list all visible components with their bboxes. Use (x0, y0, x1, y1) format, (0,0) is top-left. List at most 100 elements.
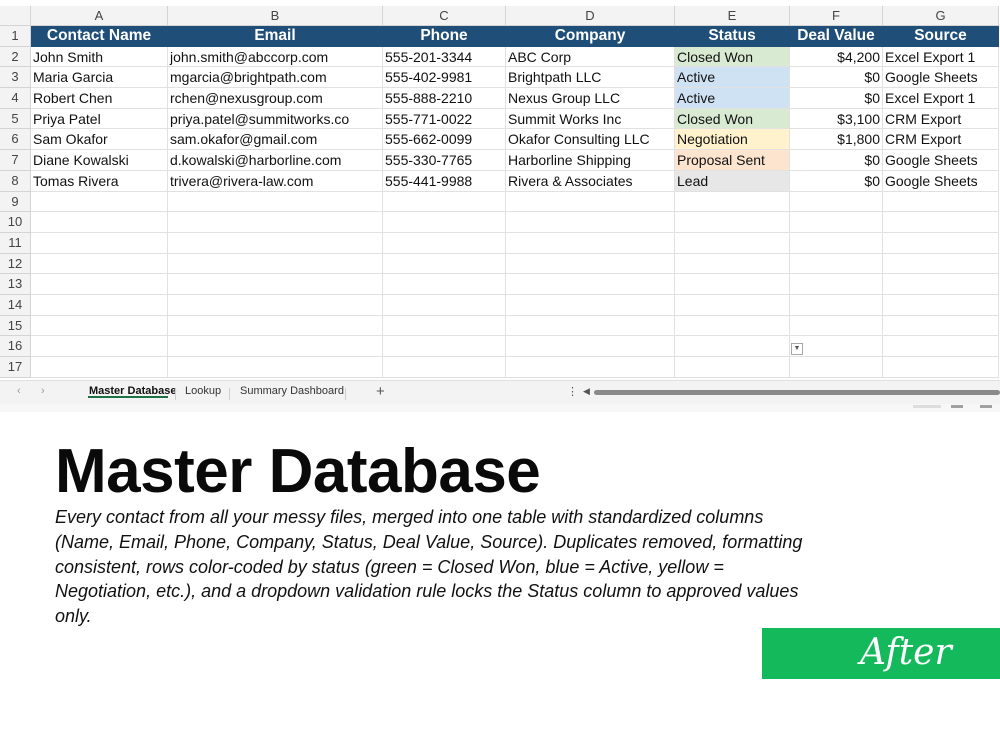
table-cell[interactable] (168, 336, 383, 357)
table-cell[interactable]: Google Sheets (883, 67, 999, 89)
header-cell[interactable]: Email (168, 26, 383, 47)
row-header-6[interactable]: 6 (0, 129, 31, 151)
row-header-4[interactable]: 4 (0, 88, 31, 109)
tab-summary-dashboard[interactable]: Summary Dashboard (240, 385, 344, 397)
table-cell[interactable]: 555-330-7765 (383, 150, 506, 171)
table-cell[interactable] (168, 274, 383, 295)
table-cell[interactable]: mgarcia@brightpath.com (168, 67, 383, 89)
table-cell[interactable]: ABC Corp (506, 46, 675, 68)
table-cell[interactable] (883, 357, 999, 378)
page-layout-icon[interactable] (951, 405, 963, 408)
table-cell[interactable]: rchen@nexusgroup.com (168, 88, 383, 109)
column-header-c[interactable]: C (383, 6, 506, 26)
table-cell[interactable] (790, 357, 883, 378)
table-cell[interactable] (790, 232, 883, 254)
row-header-15[interactable]: 15 (0, 315, 31, 337)
table-cell[interactable] (675, 274, 790, 295)
table-cell[interactable] (883, 232, 999, 254)
page-break-icon[interactable] (980, 405, 992, 408)
table-cell[interactable] (790, 191, 883, 213)
table-cell[interactable]: Negotiation (675, 129, 790, 151)
table-cell[interactable]: Harborline Shipping (506, 150, 675, 171)
table-cell[interactable] (883, 294, 999, 316)
table-cell[interactable] (675, 294, 790, 316)
table-cell[interactable]: $3,100 (790, 108, 883, 130)
table-cell[interactable]: $0 (790, 67, 883, 89)
table-cell[interactable]: Maria Garcia (31, 67, 168, 89)
table-cell[interactable] (506, 274, 675, 295)
table-cell[interactable] (31, 336, 168, 357)
row-header-1[interactable]: 1 (0, 26, 31, 47)
table-cell[interactable] (506, 336, 675, 357)
table-cell[interactable]: 555-201-3344 (383, 46, 506, 68)
table-cell[interactable]: Nexus Group LLC (506, 88, 675, 109)
table-cell[interactable]: Google Sheets (883, 150, 999, 171)
table-cell[interactable] (883, 191, 999, 213)
table-cell[interactable]: Sam Okafor (31, 129, 168, 151)
column-header-a[interactable]: A (31, 6, 168, 26)
header-cell[interactable]: Status (675, 26, 790, 47)
table-cell[interactable]: john.smith@abccorp.com (168, 46, 383, 68)
table-cell[interactable] (675, 336, 790, 357)
table-cell[interactable] (31, 357, 168, 378)
row-header-9[interactable]: 9 (0, 191, 31, 213)
table-cell[interactable]: 555-441-9988 (383, 170, 506, 192)
table-cell[interactable] (383, 274, 506, 295)
table-cell[interactable]: CRM Export (883, 108, 999, 130)
table-cell[interactable] (383, 294, 506, 316)
table-cell[interactable] (883, 274, 999, 295)
table-cell[interactable]: 555-771-0022 (383, 108, 506, 130)
table-cell[interactable] (675, 212, 790, 233)
header-cell[interactable]: Deal Value (790, 26, 883, 47)
table-cell[interactable] (31, 212, 168, 233)
table-cell[interactable]: Closed Won (675, 46, 790, 68)
table-cell[interactable] (168, 253, 383, 275)
row-header-2[interactable]: 2 (0, 46, 31, 68)
row-header-5[interactable]: 5 (0, 108, 31, 130)
more-options-icon[interactable]: ⋮ (567, 385, 578, 398)
table-cell[interactable] (790, 253, 883, 275)
header-cell[interactable]: Source (883, 26, 999, 47)
scroll-left-icon[interactable]: ◀ (583, 386, 590, 397)
table-cell[interactable] (883, 315, 999, 337)
table-cell[interactable]: 555-402-9981 (383, 67, 506, 89)
table-cell[interactable] (883, 336, 999, 357)
table-cell[interactable]: $0 (790, 88, 883, 109)
row-header-16[interactable]: 16 (0, 336, 31, 357)
table-cell[interactable]: Tomas Rivera (31, 170, 168, 192)
table-cell[interactable]: Robert Chen (31, 88, 168, 109)
table-cell[interactable]: d.kowalski@harborline.com (168, 150, 383, 171)
dropdown-arrow-icon[interactable]: ▼ (791, 343, 803, 355)
table-cell[interactable]: Rivera & Associates (506, 170, 675, 192)
column-header-d[interactable]: D (506, 6, 675, 26)
row-header-17[interactable]: 17 (0, 357, 31, 378)
table-cell[interactable]: Priya Patel (31, 108, 168, 130)
table-cell[interactable]: trivera@rivera-law.com (168, 170, 383, 192)
column-header-g[interactable]: G (883, 6, 999, 26)
table-cell[interactable] (31, 294, 168, 316)
header-cell[interactable]: Phone (383, 26, 506, 47)
table-cell[interactable] (383, 336, 506, 357)
table-cell[interactable] (506, 315, 675, 337)
table-cell[interactable] (790, 294, 883, 316)
column-header-e[interactable]: E (675, 6, 790, 26)
table-cell[interactable]: $1,800 (790, 129, 883, 151)
row-header-3[interactable]: 3 (0, 67, 31, 89)
table-cell[interactable] (675, 315, 790, 337)
row-header-12[interactable]: 12 (0, 253, 31, 275)
table-cell[interactable] (383, 253, 506, 275)
table-cell[interactable]: Active (675, 67, 790, 89)
table-cell[interactable] (675, 357, 790, 378)
row-header-11[interactable]: 11 (0, 232, 31, 254)
table-cell[interactable] (168, 294, 383, 316)
table-cell[interactable] (31, 253, 168, 275)
chevron-right-icon[interactable]: › (41, 385, 45, 397)
horizontal-scrollbar[interactable] (594, 390, 1000, 395)
table-cell[interactable]: Google Sheets (883, 170, 999, 192)
header-cell[interactable]: Company (506, 26, 675, 47)
column-header-b[interactable]: B (168, 6, 383, 26)
table-cell[interactable] (506, 357, 675, 378)
table-cell[interactable]: Okafor Consulting LLC (506, 129, 675, 151)
table-cell[interactable]: Summit Works Inc (506, 108, 675, 130)
table-cell[interactable] (383, 315, 506, 337)
